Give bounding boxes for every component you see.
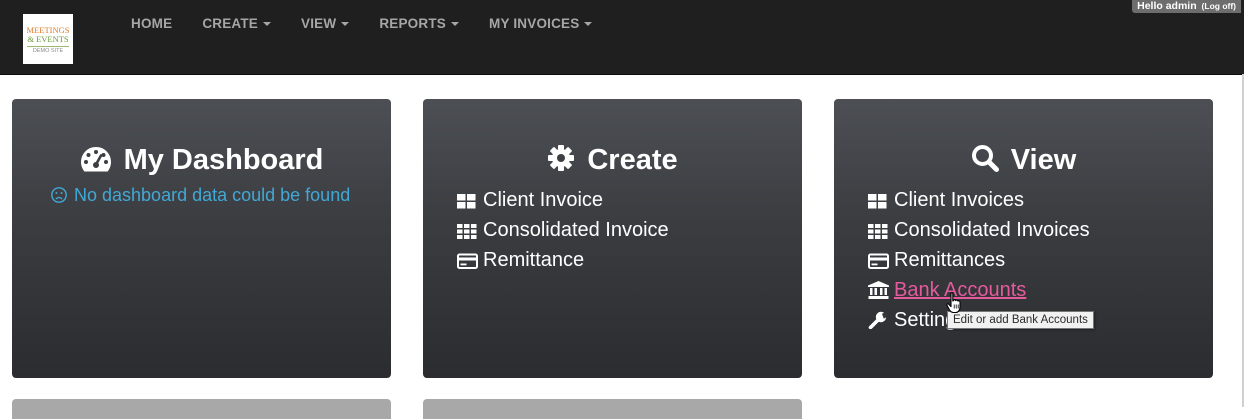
hand-pointer-cursor-icon — [946, 292, 961, 314]
nav-home-label: HOME — [131, 16, 173, 31]
view-consolidated-invoices-label: Consolidated Invoices — [894, 219, 1090, 241]
view-panel: View Client Invoices Consolidated Invoic… — [834, 99, 1213, 378]
site-logo[interactable]: MEETINGS & EVENTS DEMO SITE — [23, 14, 73, 64]
view-title[interactable]: View — [834, 140, 1213, 180]
dashboard-empty-message: No dashboard data could be found — [50, 183, 350, 207]
dashboard-title-text: My Dashboard — [123, 144, 324, 176]
nav-my-invoices[interactable]: MY INVOICES — [474, 0, 607, 48]
view-client-invoices-label: Client Invoices — [894, 189, 1025, 211]
dashboard-panel: My Dashboard No dashboard data could be … — [12, 99, 391, 378]
empty-message-text: No dashboard data could be found — [74, 185, 351, 205]
main-menu: HOME CREATE VIEW REPORTS MY INVOICES — [116, 0, 607, 48]
create-consolidated-invoice-label: Consolidated Invoice — [483, 219, 669, 241]
caret-down-icon — [584, 22, 593, 27]
nav-reports[interactable]: REPORTS — [364, 0, 474, 48]
tooltip-text: Edit or add Bank Accounts — [953, 314, 1088, 326]
create-title[interactable]: Create — [423, 140, 802, 180]
caret-down-icon — [451, 22, 459, 27]
grid-small-icon — [868, 223, 888, 239]
grid-large-icon — [868, 193, 888, 209]
search-icon — [971, 145, 999, 172]
gear-icon — [548, 145, 575, 171]
view-title-text: View — [1010, 144, 1077, 176]
create-list: Client Invoice Consolidated Invoice Remi… — [457, 185, 669, 275]
create-remittance-link[interactable]: Remittance — [457, 245, 669, 275]
view-client-invoices-link[interactable]: Client Invoices — [868, 185, 1090, 215]
bank-icon — [868, 281, 889, 299]
top-navbar: MEETINGS & EVENTS DEMO SITE HOME CREATE … — [0, 0, 1244, 75]
caret-down-icon — [341, 22, 350, 27]
credit-card-icon — [457, 253, 478, 269]
logo-text-line2: & EVENTS — [27, 34, 69, 44]
view-bank-accounts-link[interactable]: Bank Accounts — [868, 275, 1090, 305]
view-consolidated-invoices-link[interactable]: Consolidated Invoices — [868, 215, 1090, 245]
tachometer-icon — [80, 147, 111, 172]
credit-card-icon — [868, 253, 889, 269]
view-remittances-label: Remittances — [894, 249, 1006, 271]
create-panel: Create Client Invoice Consolidated Invoi… — [423, 99, 802, 378]
nav-create[interactable]: CREATE — [187, 0, 286, 48]
caret-down-icon — [263, 22, 272, 27]
nav-create-label: CREATE — [202, 16, 259, 31]
greeting-text: Hello admin — [1137, 0, 1197, 12]
create-consolidated-invoice-link[interactable]: Consolidated Invoice — [457, 215, 669, 245]
create-remittance-label: Remittance — [483, 249, 585, 271]
wrench-icon — [868, 311, 888, 329]
view-remittances-link[interactable]: Remittances — [868, 245, 1090, 275]
create-client-invoice-label: Client Invoice — [483, 189, 604, 211]
create-title-text: Create — [587, 144, 678, 176]
panel-row2-left — [12, 399, 391, 419]
nav-my-invoices-label: MY INVOICES — [489, 16, 580, 31]
panel-row2-middle — [423, 399, 802, 419]
frown-icon — [51, 187, 67, 203]
nav-view-label: VIEW — [301, 16, 337, 31]
grid-small-icon — [457, 223, 477, 239]
dashboard-title[interactable]: My Dashboard — [12, 140, 391, 180]
logo-text-line3: DEMO SITE — [27, 46, 69, 54]
grid-large-icon — [457, 193, 477, 209]
user-greeting: Hello admin (Log off) — [1132, 0, 1241, 13]
nav-reports-label: REPORTS — [379, 16, 446, 31]
create-client-invoice-link[interactable]: Client Invoice — [457, 185, 669, 215]
logoff-link[interactable]: (Log off) — [1202, 1, 1236, 11]
nav-home[interactable]: HOME — [116, 0, 187, 48]
bank-accounts-tooltip: Edit or add Bank Accounts — [947, 311, 1094, 329]
nav-view[interactable]: VIEW — [286, 0, 364, 48]
